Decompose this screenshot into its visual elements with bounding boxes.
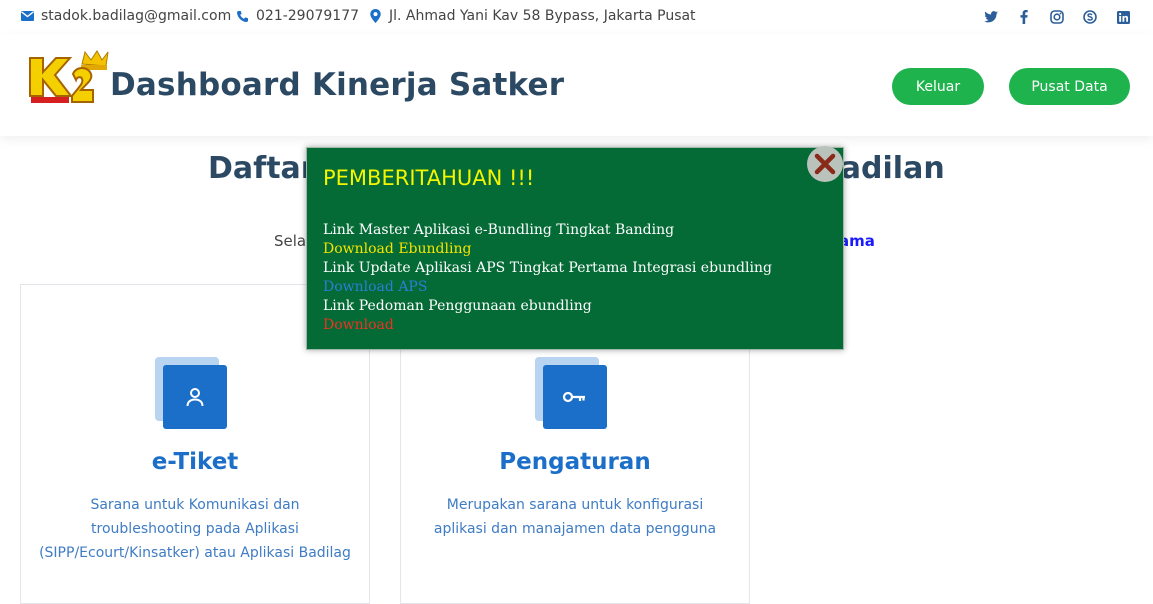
modal-text-line: Link Pedoman Penggunaan ebundling bbox=[323, 298, 592, 314]
key-icon bbox=[543, 365, 607, 429]
modal-text-line: Link Master Aplikasi e-Bundling Tingkat … bbox=[323, 222, 675, 238]
card-title[interactable]: Pengaturan bbox=[401, 449, 749, 475]
contact-email[interactable]: stadok.badilag@gmail.com bbox=[20, 8, 231, 24]
card-description: Sarana untuk Komunikasi dan troubleshoot… bbox=[39, 497, 351, 561]
facebook-icon[interactable] bbox=[1016, 9, 1032, 25]
contact-address-text: Jl. Ahmad Yani Kav 58 Bypass, Jakarta Pu… bbox=[389, 8, 696, 24]
contact-email-text: stadok.badilag@gmail.com bbox=[41, 8, 232, 24]
section-title-left: Daftar bbox=[208, 151, 316, 186]
pusat-data-button[interactable]: Pusat Data bbox=[1009, 68, 1130, 105]
user-icon bbox=[163, 365, 227, 429]
download-aps-link[interactable]: Download APS bbox=[323, 278, 772, 297]
notification-modal: PEMBERITAHUAN !!! Link Master Aplikasi e… bbox=[306, 146, 844, 350]
keluar-button[interactable]: Keluar bbox=[892, 68, 984, 105]
section-sub-right[interactable]: ama bbox=[839, 232, 875, 250]
envelope-icon bbox=[20, 9, 34, 23]
k2-logo[interactable] bbox=[28, 50, 110, 110]
twitter-icon[interactable] bbox=[983, 9, 999, 25]
instagram-icon[interactable] bbox=[1049, 9, 1065, 25]
download-pedoman-link[interactable]: Download bbox=[323, 316, 772, 335]
site-header: Dashboard Kinerja Satker Keluar Pusat Da… bbox=[0, 34, 1153, 136]
modal-body: Link Master Aplikasi e-Bundling Tingkat … bbox=[323, 221, 772, 335]
modal-title: PEMBERITAHUAN !!! bbox=[323, 166, 535, 190]
skype-icon[interactable] bbox=[1082, 9, 1098, 25]
phone-icon bbox=[235, 9, 249, 23]
card-description: Merupakan sarana untuk konfigurasi aplik… bbox=[433, 497, 717, 537]
card-icon-box bbox=[535, 357, 607, 429]
social-links bbox=[983, 9, 1131, 25]
linkedin-icon[interactable] bbox=[1115, 9, 1131, 25]
card-icon-box bbox=[155, 357, 227, 429]
top-bar: stadok.badilag@gmail.com 021-29079177 Jl… bbox=[0, 0, 1153, 34]
contact-phone-text: 021-29079177 bbox=[256, 8, 360, 24]
map-pin-icon bbox=[368, 9, 382, 23]
close-icon[interactable] bbox=[807, 146, 843, 182]
contact-phone: 021-29079177 bbox=[235, 8, 359, 24]
contact-address: Jl. Ahmad Yani Kav 58 Bypass, Jakarta Pu… bbox=[368, 8, 696, 24]
card-title[interactable]: e-Tiket bbox=[21, 449, 369, 475]
modal-text-line: Link Update Aplikasi APS Tingkat Pertama… bbox=[323, 260, 772, 276]
section-sub-left: Sela bbox=[274, 232, 307, 250]
brand-title[interactable]: Dashboard Kinerja Satker bbox=[110, 67, 564, 103]
download-ebundling-link[interactable]: Download Ebundling bbox=[323, 240, 772, 259]
